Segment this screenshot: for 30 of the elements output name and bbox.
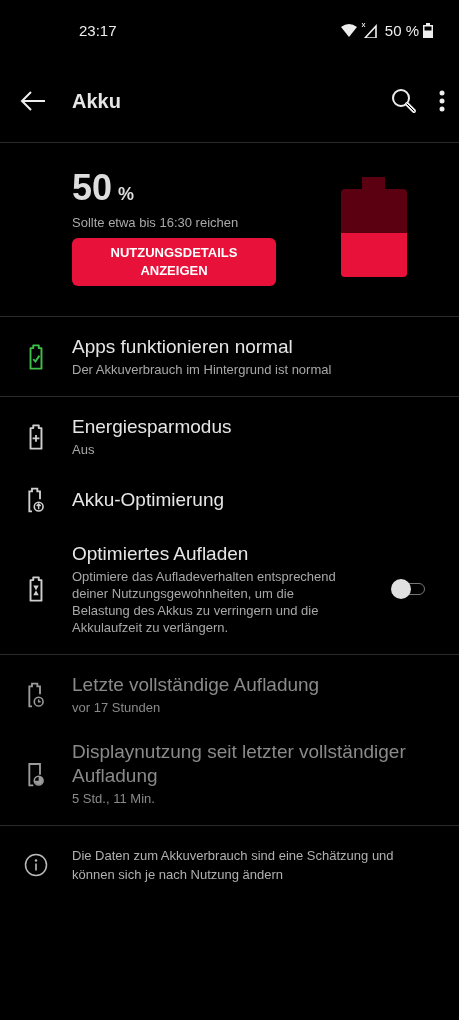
battery-check-icon	[28, 343, 44, 370]
setting-title[interactable]: Apps funktionieren normal	[72, 335, 435, 359]
battery-percent: 50	[72, 167, 113, 209]
setting-summary: Optimiere das Aufladeverhalten entsprechend deiner Nutzungsgewohnheiten, um die Belastung des Akkus zu verringern und die Akkulaufzeit zu verlängern.	[72, 568, 337, 636]
setting-summary: Aus	[72, 441, 96, 458]
back-arrow-icon[interactable]	[20, 91, 46, 111]
battery-hourglass-icon	[28, 576, 44, 602]
search-icon[interactable]	[391, 88, 417, 114]
wifi-icon	[340, 23, 357, 37]
battery-estimate: Sollte etwa bis 16:30 reichen	[72, 215, 240, 230]
signal-icon	[360, 22, 377, 38]
battery-plus-icon	[28, 423, 44, 450]
battery-percentage: 50 %	[384, 21, 419, 39]
phone-usage-icon	[28, 760, 44, 787]
usage-details-button[interactable]: NUTZUNGSDETAILS ANZEIGEN	[72, 238, 276, 286]
setting-title[interactable]: Optimiertes Aufladen	[72, 542, 375, 566]
info-text: Die Daten zum Akkuverbrauch sind eine Schätzung und können sich je nach Nutzung ändern	[72, 847, 395, 884]
battery-upload-icon	[28, 487, 44, 513]
percent-unit: %	[118, 184, 135, 205]
setting-title[interactable]: Akku-Optimierung	[72, 488, 435, 512]
setting-summary: 5 Std., 11 Min.	[72, 790, 156, 807]
page-title: Akku	[72, 89, 122, 113]
battery-icon	[423, 22, 433, 38]
setting-summary: vor 17 Stunden	[72, 699, 162, 716]
battery-clock-icon	[28, 681, 44, 708]
more-options-icon[interactable]	[439, 90, 445, 112]
info-icon	[24, 853, 48, 877]
setting-summary: Der Akkuverbrauch im Hintergrund ist normal	[72, 361, 333, 378]
status-time: 23:17	[79, 21, 117, 39]
setting-title[interactable]: Energiesparmodus	[72, 415, 435, 439]
